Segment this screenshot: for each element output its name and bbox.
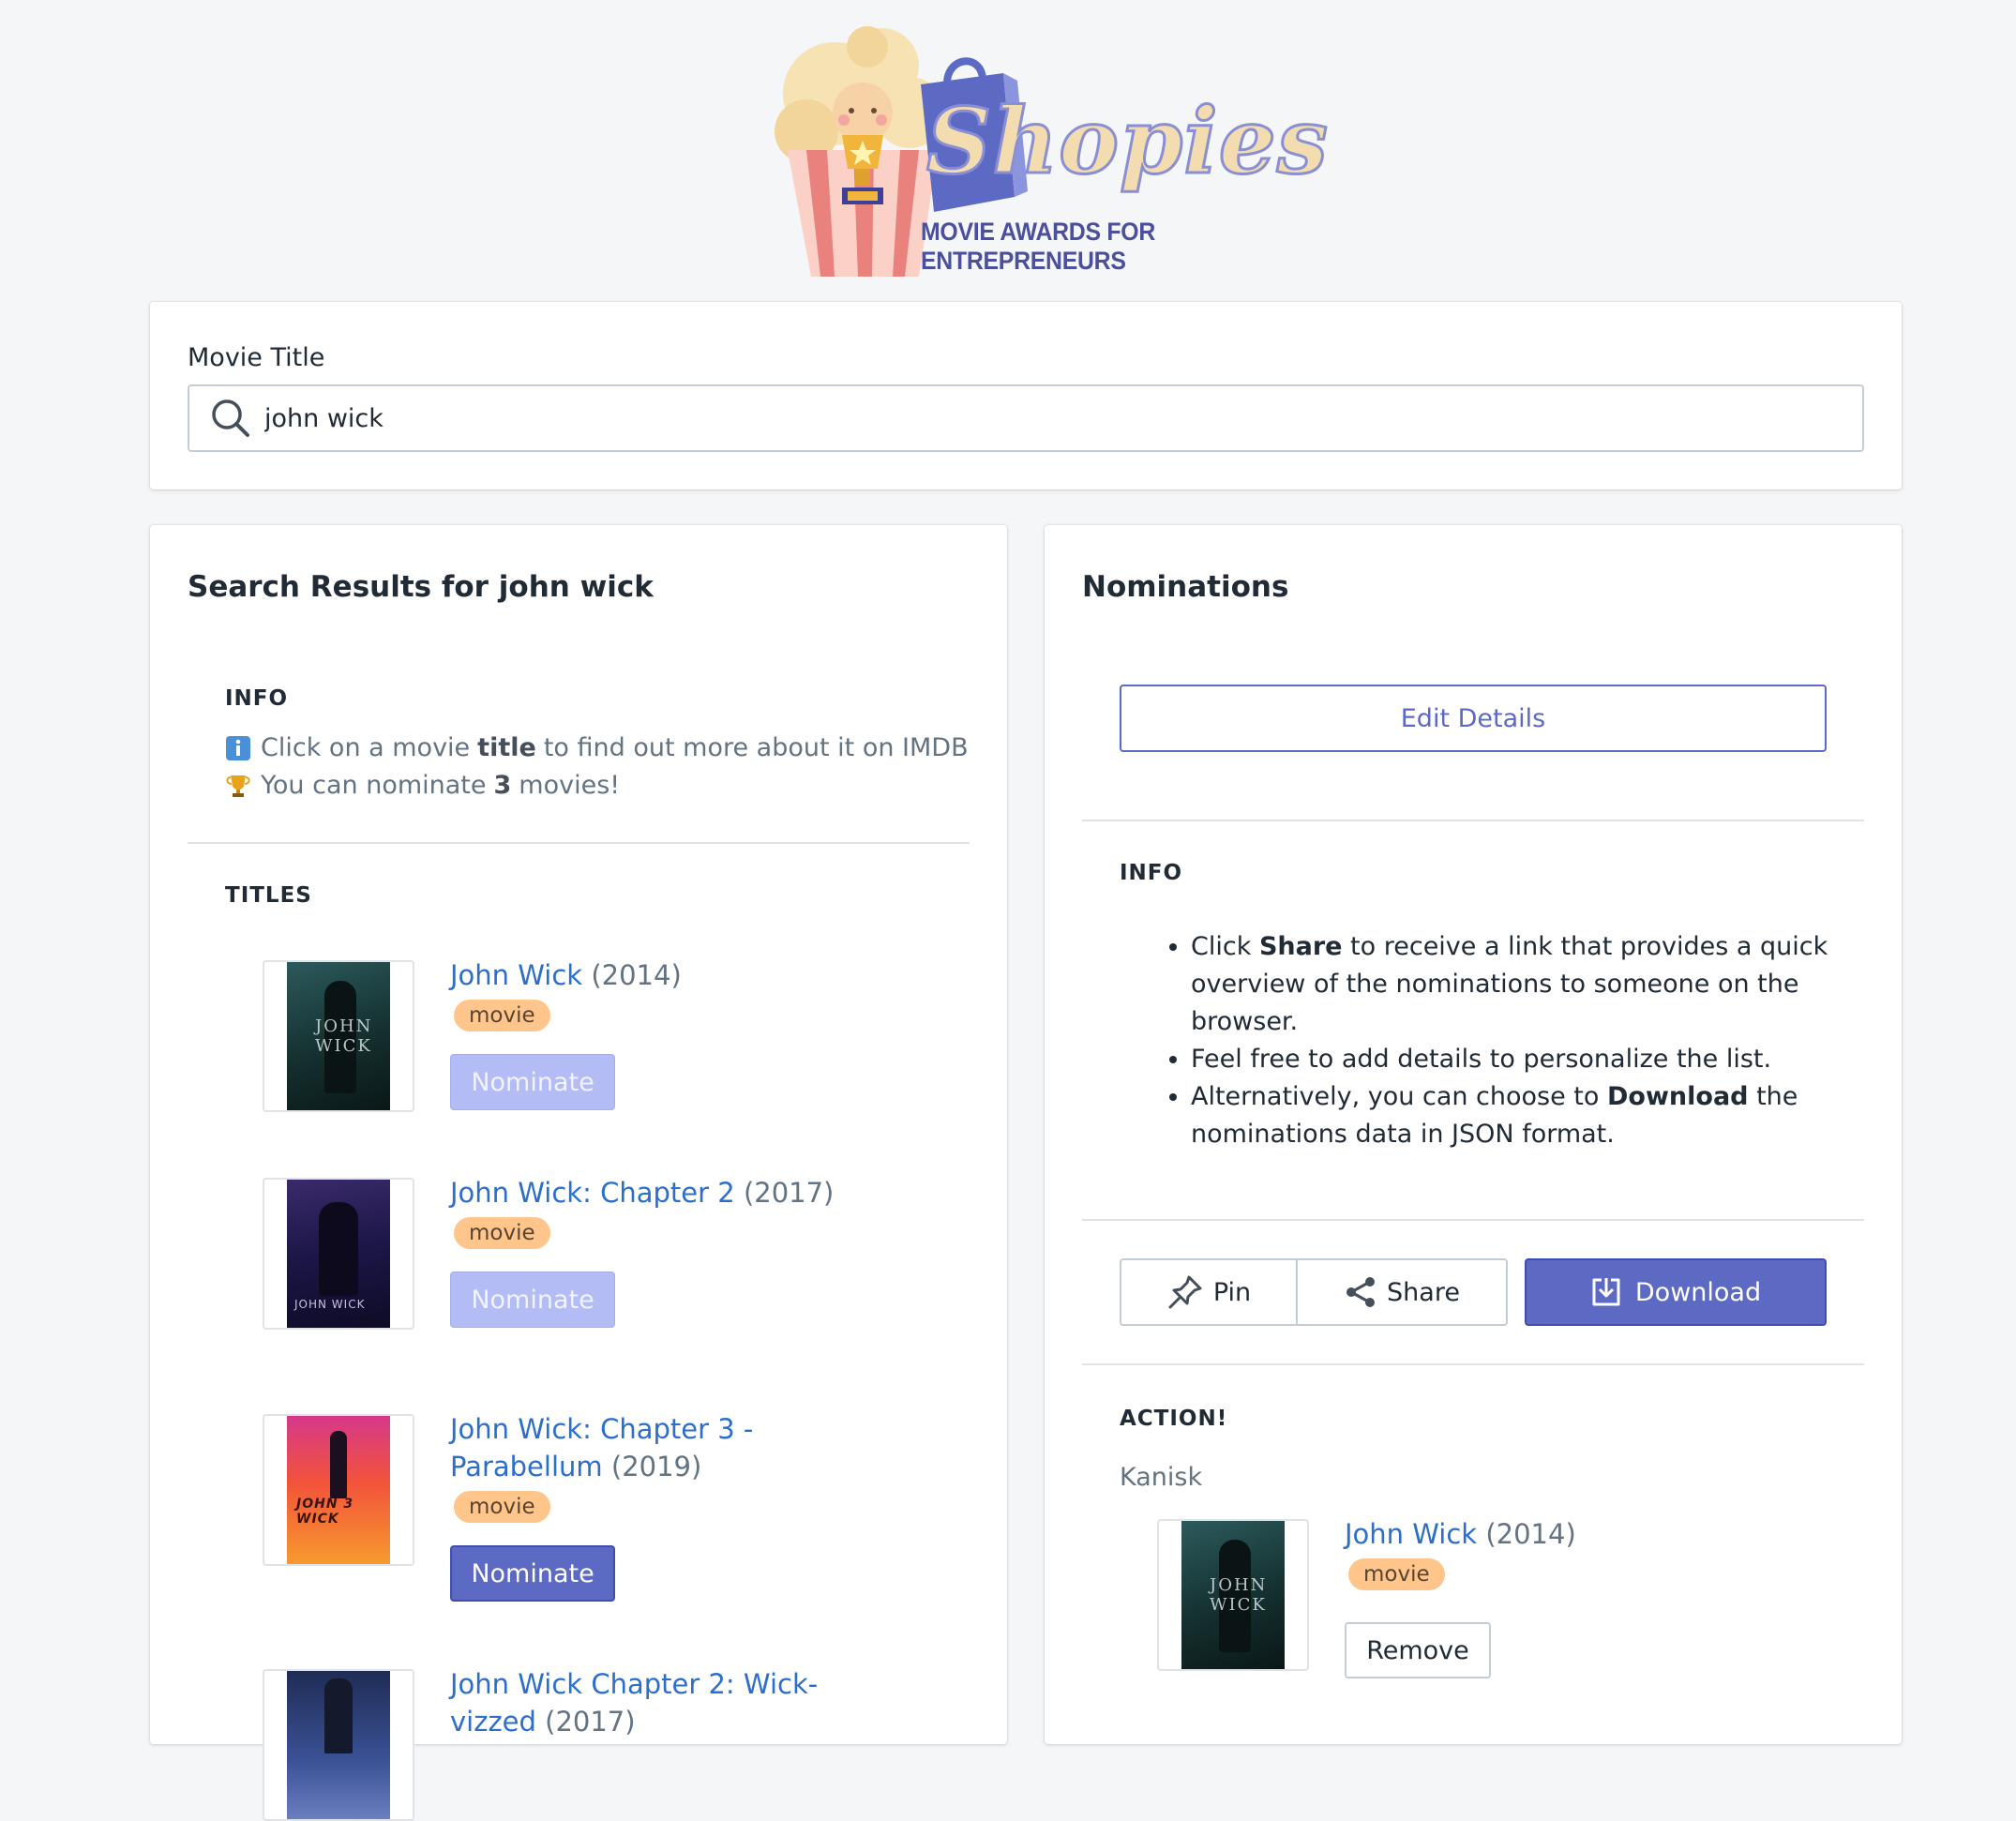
info-bullet-share: Click Share to receive a link that provi… (1191, 928, 1832, 1041)
poster-thumbnail: JOHN WICK (263, 960, 414, 1112)
info-heading: INFO (1120, 861, 1183, 885)
divider (1082, 820, 1864, 821)
movie-year: (2014) (591, 959, 682, 991)
pin-button[interactable]: Pin (1120, 1258, 1298, 1326)
movie-title-link[interactable]: John Wick: Chapter 2 (450, 1177, 735, 1209)
remove-button[interactable]: Remove (1345, 1622, 1491, 1678)
type-badge: movie (1348, 1558, 1445, 1590)
type-badge: movie (454, 1217, 550, 1249)
poster-image (287, 1671, 390, 1819)
nominate-button[interactable]: Nominate (450, 1054, 615, 1110)
poster-thumbnail: JOHN WICK (263, 1178, 414, 1330)
movie-title-link[interactable]: John Wick: Chapter 3 - Parabellum (450, 1413, 753, 1482)
movie-title-label: Movie Title (188, 343, 325, 372)
info-line2-pre: You can nominate (261, 771, 487, 800)
search-input-wrapper[interactable] (188, 384, 1864, 452)
poster-thumbnail (263, 1669, 414, 1821)
type-badge: movie (454, 1000, 550, 1031)
divider (1082, 1363, 1864, 1365)
movie-year: (2019) (610, 1451, 702, 1482)
poster-image: JOHN WICK (1181, 1521, 1285, 1669)
movie-year: (2017) (545, 1706, 636, 1738)
search-results-card: Search Results for john wick INFO Click … (150, 525, 1007, 1821)
nominations-card: Nominations Edit Details INFO Click Shar… (1045, 525, 1902, 1744)
movie-title-link[interactable]: John Wick (1345, 1518, 1477, 1550)
info-line1-bold: title (477, 733, 536, 762)
info-list: Click Share to receive a link that provi… (1157, 928, 1832, 1153)
brand-wordmark: Shopies (925, 87, 1330, 196)
divider (188, 842, 970, 844)
info-line2-bold: 3 (493, 771, 512, 800)
share-button[interactable]: Share (1298, 1258, 1508, 1326)
type-badge: movie (454, 1491, 550, 1523)
info-heading: INFO (225, 686, 289, 711)
poster-image: JOHN WICK (287, 1180, 390, 1328)
pin-label: Pin (1212, 1277, 1252, 1307)
brand-tagline: MOVIE AWARDS FOR ENTREPRENEURS (921, 218, 1155, 275)
nominate-button[interactable]: Nominate (450, 1272, 615, 1328)
movie-title-link[interactable]: John Wick (450, 959, 582, 991)
info-line-nominate: You can nominate 3 movies! (225, 771, 620, 800)
download-button[interactable]: Download (1525, 1258, 1827, 1326)
search-icon (212, 399, 249, 437)
share-label: Share (1387, 1277, 1460, 1307)
owner-name: Kanisk (1120, 1463, 1203, 1492)
download-icon (1592, 1278, 1620, 1306)
search-card: Movie Title (150, 302, 1902, 489)
info-line1-pre: Click on a movie (261, 733, 471, 762)
edit-details-button[interactable]: Edit Details (1120, 685, 1827, 752)
info-icon (226, 735, 250, 760)
info-bullet-download: Alternatively, you can choose to Downloa… (1191, 1078, 1832, 1153)
info-bullet-personalize: Feel free to add details to personalize … (1191, 1041, 1832, 1078)
poster-thumbnail: JOHN WICK (1157, 1519, 1309, 1671)
poster-thumbnail: JOHN 3 WICK (263, 1414, 414, 1566)
divider (1082, 1219, 1864, 1221)
movie-year: (2014) (1485, 1518, 1576, 1550)
action-heading: ACTION! (1120, 1407, 1228, 1431)
nominations-title: Nominations (1082, 570, 1289, 604)
poster-image: JOHN 3 WICK (287, 1416, 390, 1564)
share-icon (1347, 1277, 1376, 1307)
poster-image: JOHN WICK (287, 962, 390, 1110)
nominate-button[interactable]: Nominate (450, 1545, 615, 1602)
search-input[interactable] (263, 402, 1763, 434)
shopies-logo: Shopies MOVIE AWARDS FOR ENTREPRENEURS (769, 19, 1329, 281)
download-label: Download (1634, 1277, 1762, 1307)
info-line2-post: movies! (519, 771, 621, 800)
results-title: Search Results for john wick (188, 570, 654, 604)
info-line-imdb: Click on a movie title to find out more … (225, 733, 969, 762)
info-line1-post: to find out more about it on IMDB (543, 733, 969, 762)
pin-icon (1168, 1275, 1202, 1309)
share-button-group: Pin Share (1120, 1258, 1508, 1326)
titles-heading: TITLES (225, 883, 312, 908)
trophy-icon (226, 775, 250, 797)
movie-year: (2017) (743, 1177, 835, 1209)
